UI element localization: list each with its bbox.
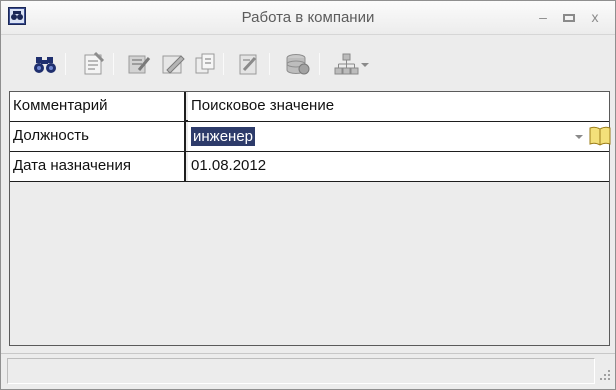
chevron-down-icon[interactable]: [359, 50, 371, 78]
toolbar-separator: [113, 53, 114, 75]
report-icon[interactable]: [235, 50, 263, 78]
close-button[interactable]: x: [585, 7, 605, 27]
row-label-date: Дата назначения: [10, 152, 186, 181]
toolbar: [1, 35, 615, 91]
hierarchy-icon[interactable]: [333, 50, 361, 78]
window-title: Работа в компании: [241, 9, 375, 26]
grid-row-position[interactable]: Должность инженер: [10, 122, 612, 152]
book-icon[interactable]: [588, 125, 612, 147]
row-label-position: Должность: [10, 122, 186, 151]
minimize-button[interactable]: –: [533, 7, 553, 27]
title-bar[interactable]: Работа в компании – x: [1, 1, 615, 35]
grid-row-date[interactable]: Дата назначения 01.08.2012: [10, 152, 609, 182]
header-search-value: Поисковое значение: [188, 92, 609, 121]
resize-grip-icon[interactable]: [598, 368, 612, 382]
pen-icon[interactable]: [159, 50, 187, 78]
toolbar-separator: [65, 53, 66, 75]
toolbar-separator: [269, 53, 270, 75]
header-comment: Комментарий: [10, 92, 186, 121]
status-bar: [1, 353, 615, 389]
chevron-down-icon[interactable]: [571, 130, 587, 144]
window: Работа в компании – x Комментарий Поиско…: [0, 0, 616, 390]
maximize-button[interactable]: [559, 7, 579, 27]
position-value[interactable]: инженер: [191, 127, 256, 146]
date-value[interactable]: 01.08.2012: [188, 152, 609, 181]
edit-icon[interactable]: [125, 50, 153, 78]
toolbar-separator: [319, 53, 320, 75]
grid-header-row: Комментарий Поисковое значение: [10, 92, 609, 122]
binoculars-icon[interactable]: [31, 50, 59, 78]
properties-grid: Комментарий Поисковое значение Должность…: [9, 91, 612, 346]
position-combobox[interactable]: инженер: [188, 122, 612, 151]
properties-icon[interactable]: [79, 50, 107, 78]
status-panel: [7, 358, 595, 384]
toolbar-separator: [223, 53, 224, 75]
copy-icon[interactable]: [191, 50, 219, 78]
database-icon[interactable]: [283, 50, 311, 78]
